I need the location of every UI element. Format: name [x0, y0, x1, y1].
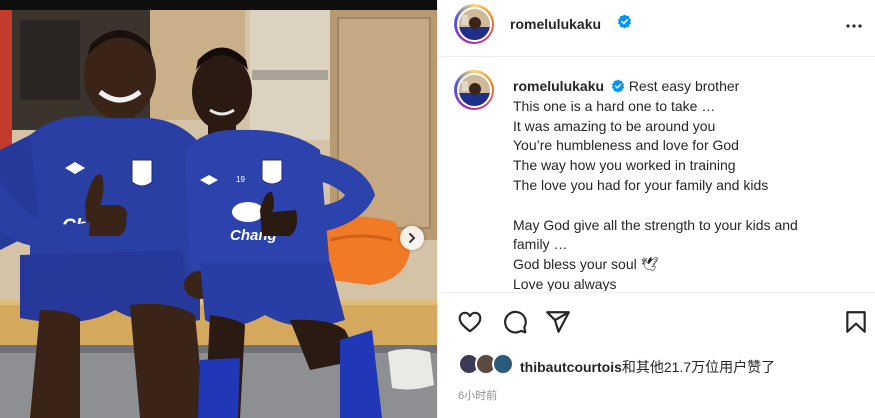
header-username[interactable]: romelulukaku — [510, 16, 601, 32]
post-caption: romelulukaku Rest easy brother This one … — [513, 77, 853, 291]
verified-badge-icon — [611, 79, 625, 93]
post-timestamp[interactable]: 6小时前 — [458, 387, 497, 403]
send-icon[interactable] — [545, 309, 571, 335]
caption-avatar-photo — [458, 74, 490, 106]
liker-avatar — [492, 353, 514, 375]
likes-others-text[interactable]: 和其他21.7万位用户赞了 — [622, 359, 775, 375]
chevron-right-icon — [409, 233, 416, 243]
post-detail-panel: romelulukaku romelulukaku Rest easy brot… — [437, 0, 875, 418]
caption-line: The love you had for your family and kid… — [513, 176, 769, 193]
caption-username[interactable]: romelulukaku — [513, 78, 604, 94]
caption-line: You’re humbleness and love for God — [513, 137, 739, 154]
liker-avatars — [458, 353, 516, 377]
post-header: romelulukaku — [438, 0, 875, 57]
caption-line: God bless your soul 🕊 — [513, 256, 659, 273]
likes-summary[interactable]: thibautcourtois和其他21.7万位用户赞了 — [458, 353, 868, 377]
caption-line: Love you always — [513, 275, 617, 291]
post-photo[interactable]: Chang 19 Chang — [0, 0, 437, 418]
carousel-next-button[interactable] — [400, 226, 424, 250]
verified-badge-icon — [617, 14, 632, 29]
player-number: 19 — [236, 175, 245, 184]
caption-line: May God give all the strength to your ki… — [513, 216, 798, 253]
avatar[interactable] — [454, 4, 494, 44]
bookmark-icon[interactable] — [843, 309, 869, 335]
photo-scene: Chang 19 Chang — [0, 0, 437, 418]
likes-text: thibautcourtois和其他21.7万位用户赞了 — [520, 357, 775, 377]
caption-text: Rest easy brother — [628, 78, 740, 94]
action-bar — [438, 292, 875, 344]
comment-icon[interactable] — [502, 309, 528, 335]
caption-line: This one is a hard one to take … — [513, 97, 716, 114]
heart-icon[interactable] — [457, 309, 483, 335]
caption-line: The way how you worked in training — [513, 157, 736, 174]
caption-line: romelulukaku Rest easy brother — [513, 77, 853, 97]
first-liker-username[interactable]: thibautcourtois — [520, 359, 622, 375]
caption-line: It was amazing to be around you — [513, 117, 716, 134]
avatar-photo — [458, 8, 490, 40]
more-horizontal-icon[interactable] — [842, 14, 866, 38]
caption-avatar[interactable] — [454, 70, 494, 110]
comments-area[interactable]: romelulukaku Rest easy brother This one … — [438, 58, 875, 291]
